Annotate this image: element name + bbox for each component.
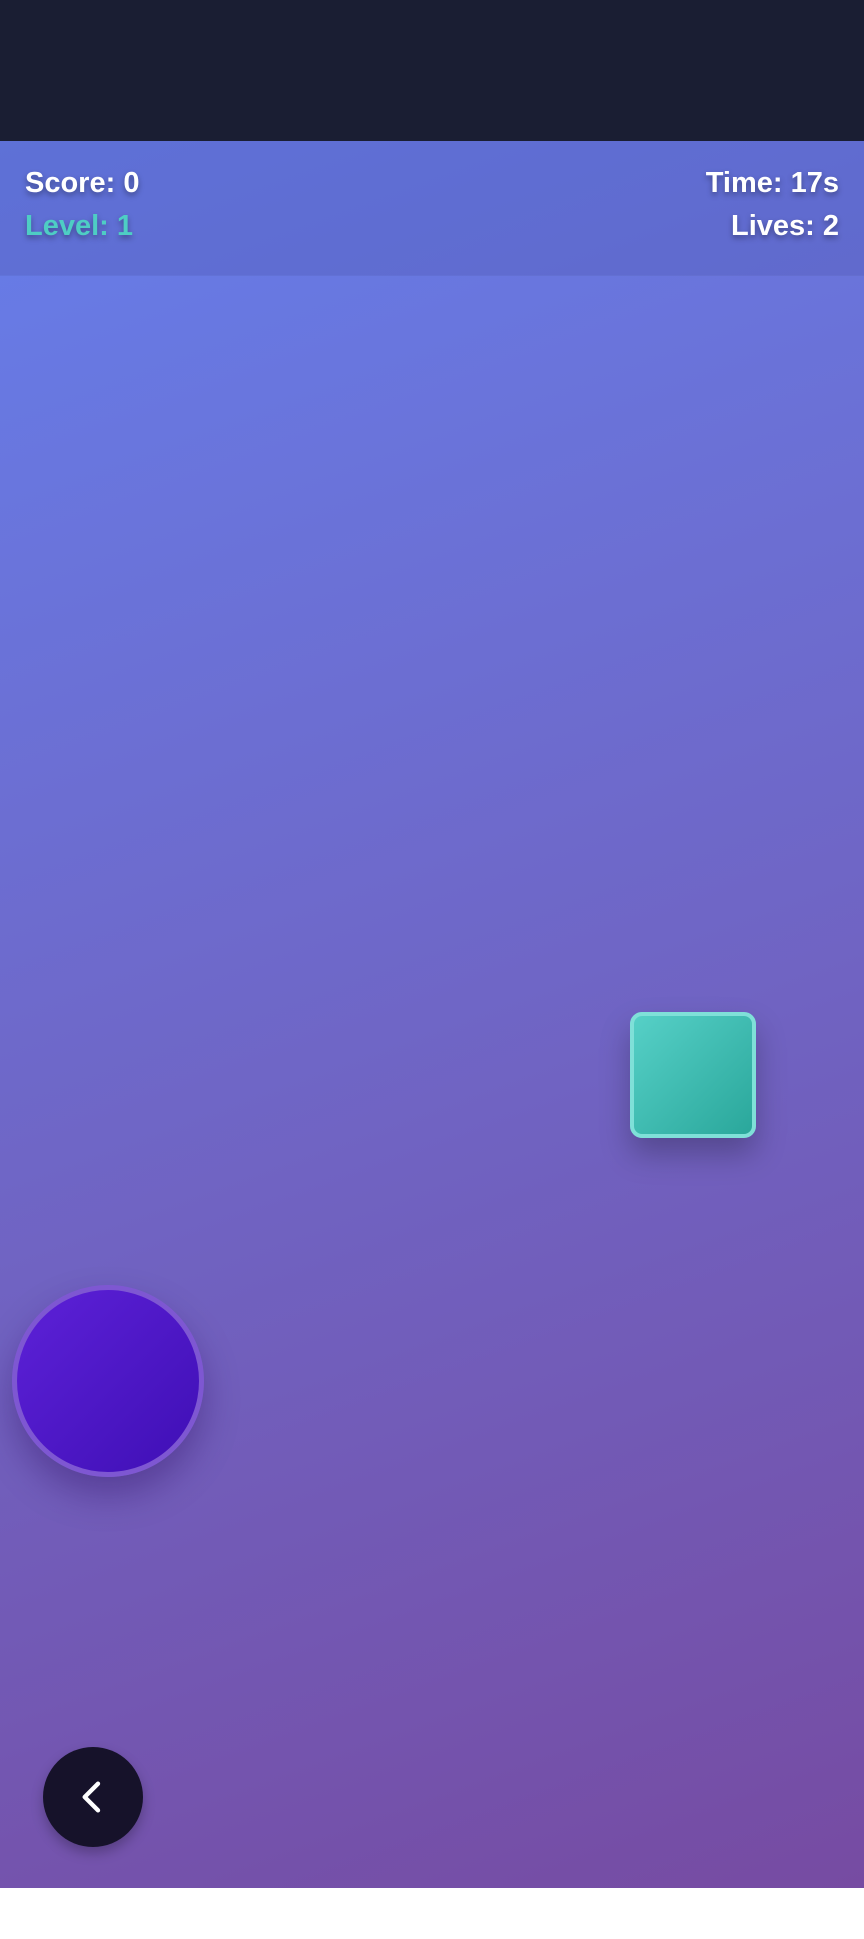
- level-label: Level: 1: [25, 210, 133, 242]
- hud: Score: 0 Level: 1 Time: 17s Lives: 2: [0, 141, 864, 275]
- player-circle[interactable]: [12, 1285, 204, 1477]
- score-label: Score: 0: [25, 167, 140, 199]
- time-label: Time: 17s: [705, 167, 839, 199]
- game-area[interactable]: Score: 0 Level: 1 Time: 17s Lives: 2: [0, 141, 864, 1888]
- lives-label: Lives: 2: [731, 210, 839, 242]
- status-bar: [0, 0, 864, 141]
- target-square[interactable]: [630, 1012, 756, 1138]
- back-button[interactable]: [43, 1747, 143, 1847]
- chevron-left-icon: [82, 1781, 101, 1813]
- bottom-strip: [0, 1888, 864, 1939]
